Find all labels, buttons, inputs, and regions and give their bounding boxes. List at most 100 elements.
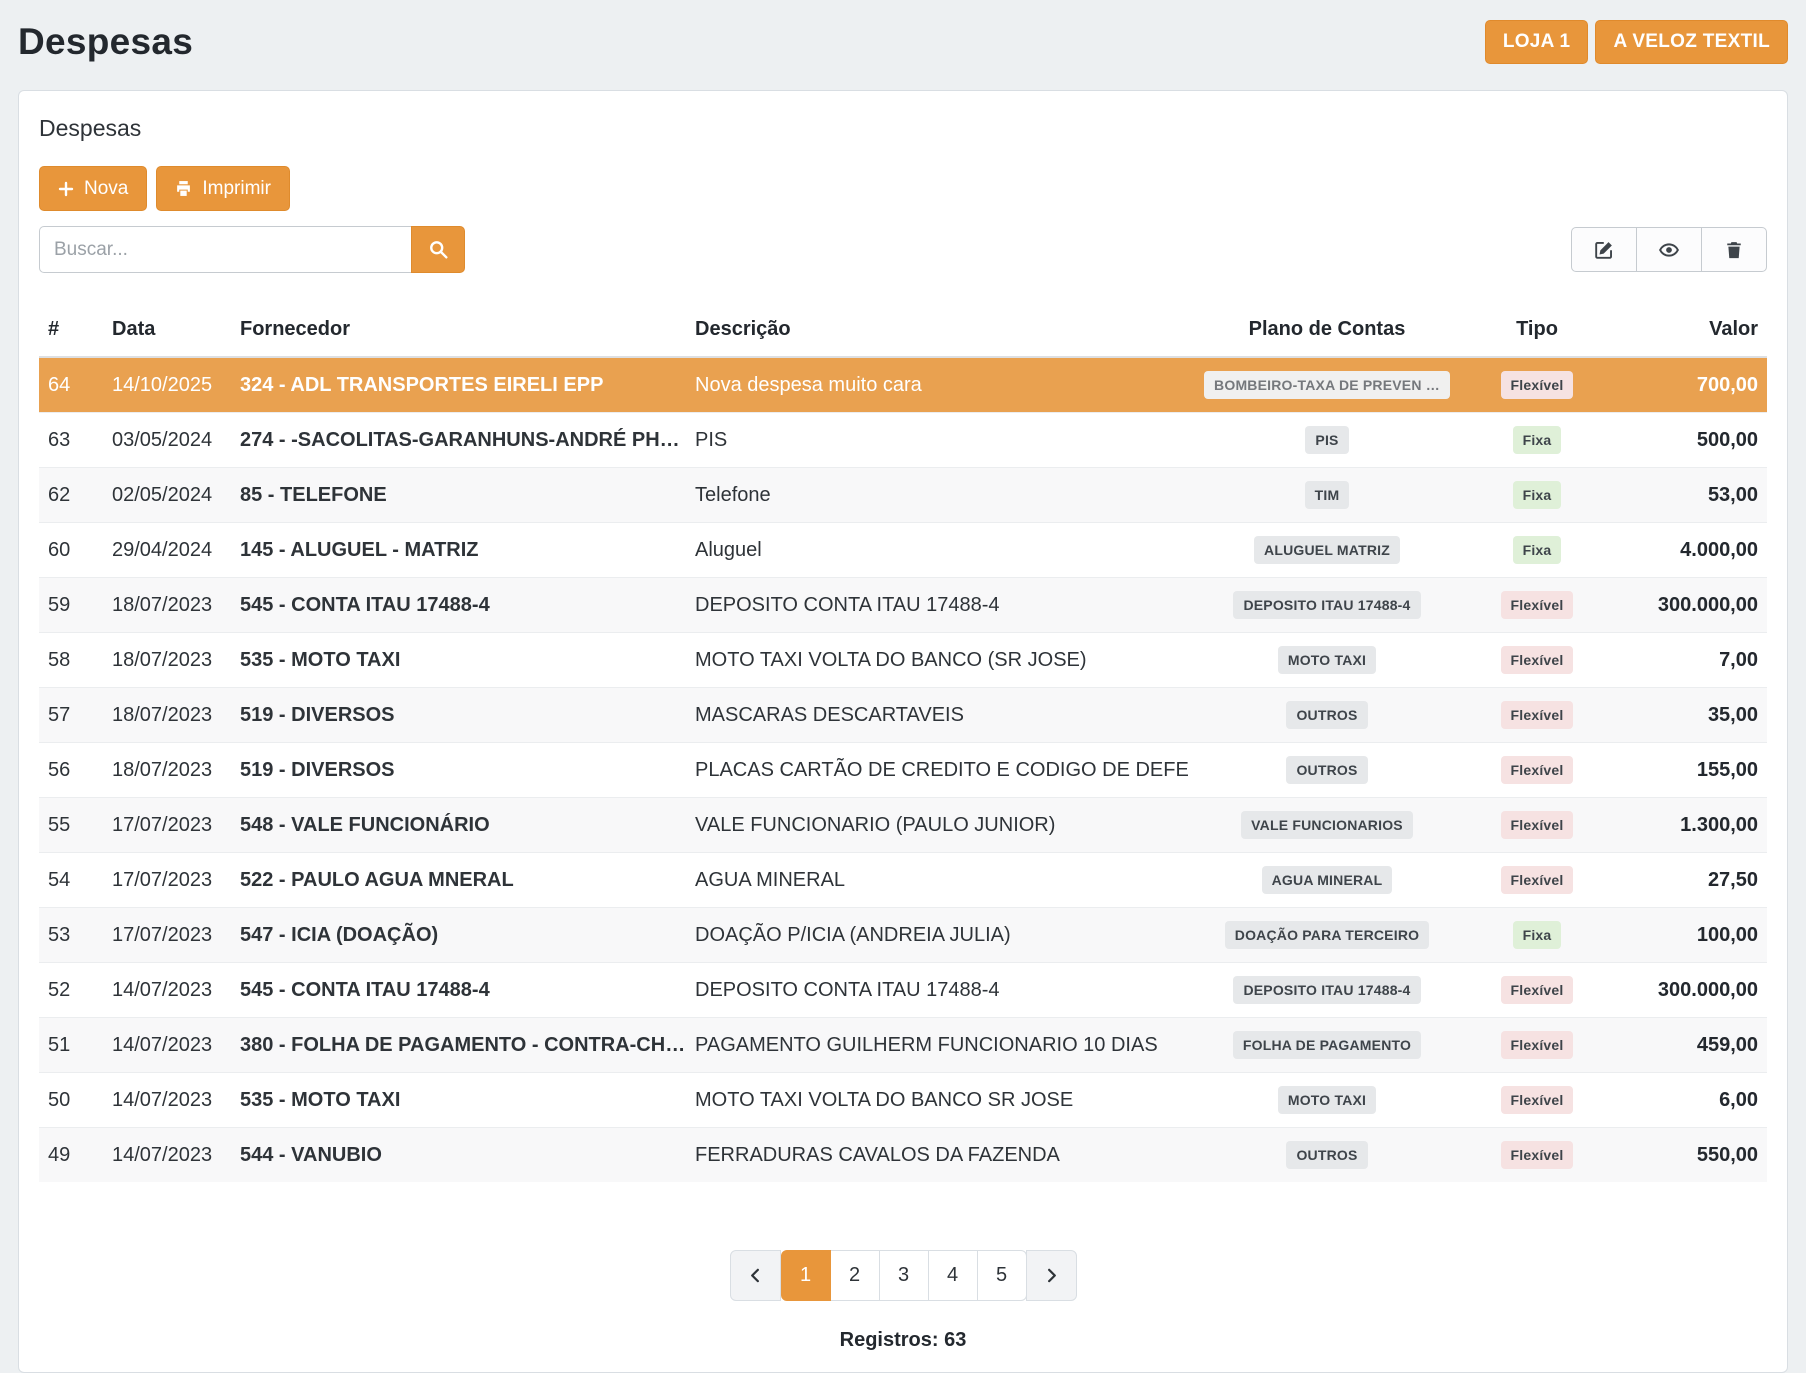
page-header: Despesas LOJA 1 A VELOZ TEXTIL	[0, 0, 1806, 90]
cell-account-plan: PIS	[1191, 413, 1463, 468]
cell-description: Telefone	[686, 468, 1191, 523]
cell-amount: 35,00	[1611, 688, 1767, 743]
cell-description: Nova despesa muito cara	[686, 357, 1191, 413]
table-row[interactable]: 52 14/07/2023 545 - CONTA ITAU 17488-4 D…	[39, 963, 1767, 1018]
pagination-next[interactable]	[1026, 1250, 1077, 1301]
edit-icon	[1595, 240, 1614, 259]
cell-date: 03/05/2024	[103, 413, 231, 468]
cell-amount: 53,00	[1611, 468, 1767, 523]
table-row[interactable]: 57 18/07/2023 519 - DIVERSOS MASCARAS DE…	[39, 688, 1767, 743]
cell-account-plan: FOLHA DE PAGAMENTO	[1191, 1018, 1463, 1073]
cell-account-plan: BOMBEIRO-TAXA DE PREVEN …	[1191, 357, 1463, 413]
column-header-data: Data	[103, 305, 231, 357]
table-row[interactable]: 55 17/07/2023 548 - VALE FUNCIONÁRIO VAL…	[39, 798, 1767, 853]
card-body: Nova Imprimir	[19, 150, 1787, 1372]
search-input[interactable]	[39, 226, 411, 273]
cell-date: 18/07/2023	[103, 633, 231, 688]
table-row[interactable]: 58 18/07/2023 535 - MOTO TAXI MOTO TAXI …	[39, 633, 1767, 688]
cell-date: 17/07/2023	[103, 798, 231, 853]
cell-supplier: 522 - PAULO AGUA MNERAL	[231, 853, 686, 908]
table-header: # Data Fornecedor Descrição Plano de Con…	[39, 305, 1767, 357]
cell-description: MASCARAS DESCARTAVEIS	[686, 688, 1191, 743]
printer-icon	[175, 180, 192, 197]
cell-num: 55	[39, 798, 103, 853]
cell-date: 29/04/2024	[103, 523, 231, 578]
type-badge: Fixa	[1513, 536, 1562, 564]
table-row[interactable]: 49 14/07/2023 544 - VANUBIO FERRADURAS C…	[39, 1128, 1767, 1183]
table-row[interactable]: 62 02/05/2024 85 - TELEFONE Telefone TIM…	[39, 468, 1767, 523]
cell-description: DEPOSITO CONTA ITAU 17488-4	[686, 578, 1191, 633]
cell-date: 14/07/2023	[103, 1128, 231, 1183]
print-button[interactable]: Imprimir	[156, 166, 290, 211]
column-header-fornecedor: Fornecedor	[231, 305, 686, 357]
cell-description: PLACAS CARTÃO DE CREDITO E CODIGO DE DEF…	[686, 743, 1191, 798]
pagination-page-2[interactable]: 2	[830, 1250, 880, 1301]
pagination-prev[interactable]	[730, 1250, 781, 1301]
cell-description: DOAÇÃO P/ICIA (ANDREIA JULIA)	[686, 908, 1191, 963]
cell-amount: 1.300,00	[1611, 798, 1767, 853]
search-icon	[429, 240, 448, 259]
cell-description: PAGAMENTO GUILHERM FUNCIONARIO 10 DIAS	[686, 1018, 1191, 1073]
table-row[interactable]: 63 03/05/2024 274 - -SACOLITAS-GARANHUNS…	[39, 413, 1767, 468]
pagination-page-5[interactable]: 5	[977, 1250, 1027, 1301]
account-plan-badge: DEPOSITO ITAU 17488-4	[1233, 591, 1420, 619]
view-button[interactable]	[1636, 227, 1702, 272]
table-row[interactable]: 51 14/07/2023 380 - FOLHA DE PAGAMENTO -…	[39, 1018, 1767, 1073]
cell-type: Fixa	[1463, 413, 1611, 468]
pagination-page-1[interactable]: 1	[781, 1250, 831, 1301]
cell-type: Fixa	[1463, 908, 1611, 963]
cell-type: Flexível	[1463, 1128, 1611, 1183]
cell-amount: 7,00	[1611, 633, 1767, 688]
pagination-page-3[interactable]: 3	[879, 1250, 929, 1301]
cell-num: 51	[39, 1018, 103, 1073]
cell-account-plan: OUTROS	[1191, 688, 1463, 743]
cell-num: 59	[39, 578, 103, 633]
cell-num: 53	[39, 908, 103, 963]
cell-amount: 300.000,00	[1611, 963, 1767, 1018]
cell-type: Flexível	[1463, 633, 1611, 688]
table-row[interactable]: 60 29/04/2024 145 - ALUGUEL - MATRIZ Alu…	[39, 523, 1767, 578]
column-header-tipo: Tipo	[1463, 305, 1611, 357]
store-button-veloz-textil[interactable]: A VELOZ TEXTIL	[1595, 20, 1788, 64]
type-badge: Flexível	[1501, 811, 1574, 839]
cell-supplier: 519 - DIVERSOS	[231, 688, 686, 743]
print-label: Imprimir	[202, 178, 271, 200]
cell-description: MOTO TAXI VOLTA DO BANCO (SR JOSE)	[686, 633, 1191, 688]
cell-date: 18/07/2023	[103, 688, 231, 743]
row-action-buttons	[1571, 227, 1767, 272]
search-row	[39, 226, 1767, 273]
new-expense-label: Nova	[84, 178, 128, 200]
type-badge: Flexível	[1501, 866, 1574, 894]
pagination-page-4[interactable]: 4	[928, 1250, 978, 1301]
account-plan-badge: ALUGUEL MATRIZ	[1254, 536, 1400, 564]
table-row[interactable]: 53 17/07/2023 547 - ICIA (DOAÇÃO) DOAÇÃO…	[39, 908, 1767, 963]
cell-supplier: 547 - ICIA (DOAÇÃO)	[231, 908, 686, 963]
cell-type: Flexível	[1463, 853, 1611, 908]
cell-supplier: 544 - VANUBIO	[231, 1128, 686, 1183]
cell-supplier: 545 - CONTA ITAU 17488-4	[231, 963, 686, 1018]
table-row[interactable]: 56 18/07/2023 519 - DIVERSOS PLACAS CART…	[39, 743, 1767, 798]
store-button-loja1[interactable]: LOJA 1	[1485, 20, 1589, 64]
records-count: Registros: 63	[39, 1329, 1767, 1352]
table-row[interactable]: 64 14/10/2025 324 - ADL TRANSPORTES EIRE…	[39, 357, 1767, 413]
account-plan-badge: OUTROS	[1286, 1141, 1367, 1169]
search-button[interactable]	[411, 226, 465, 273]
table-row[interactable]: 59 18/07/2023 545 - CONTA ITAU 17488-4 D…	[39, 578, 1767, 633]
table-row[interactable]: 50 14/07/2023 535 - MOTO TAXI MOTO TAXI …	[39, 1073, 1767, 1128]
column-header-valor: Valor	[1611, 305, 1767, 357]
account-plan-badge: MOTO TAXI	[1278, 1086, 1376, 1114]
edit-button[interactable]	[1571, 227, 1637, 272]
cell-type: Fixa	[1463, 468, 1611, 523]
cell-type: Flexível	[1463, 688, 1611, 743]
type-badge: Flexível	[1501, 1031, 1574, 1059]
expenses-table: # Data Fornecedor Descrição Plano de Con…	[39, 305, 1767, 1182]
cell-account-plan: AGUA MINERAL	[1191, 853, 1463, 908]
cell-account-plan: MOTO TAXI	[1191, 633, 1463, 688]
cell-type: Flexível	[1463, 743, 1611, 798]
table-row[interactable]: 54 17/07/2023 522 - PAULO AGUA MNERAL AG…	[39, 853, 1767, 908]
account-plan-badge: TIM	[1305, 481, 1350, 509]
store-buttons: LOJA 1 A VELOZ TEXTIL	[1485, 20, 1788, 64]
column-header-descricao: Descrição	[686, 305, 1191, 357]
new-expense-button[interactable]: Nova	[39, 166, 147, 211]
delete-button[interactable]	[1701, 227, 1767, 272]
